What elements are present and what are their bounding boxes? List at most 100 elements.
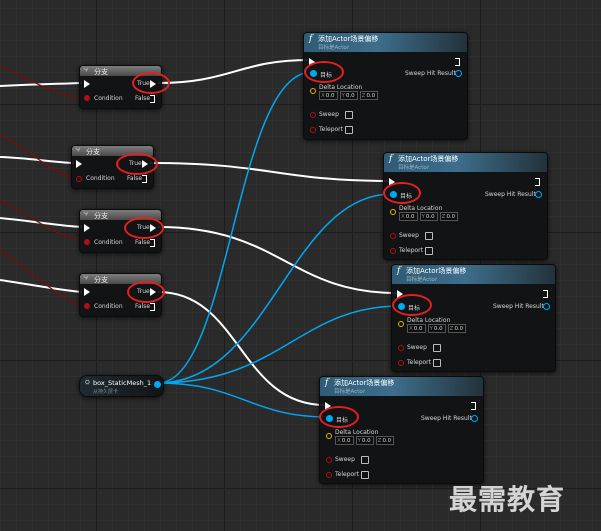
variable-name: box_StaticMesh_1: [93, 379, 152, 387]
condition-pin[interactable]: [84, 303, 90, 309]
sweep-label: Sweep: [319, 111, 339, 118]
z-field[interactable]: Z 0.0: [447, 324, 467, 333]
delta-location-label: Delta Location: [335, 429, 379, 436]
delta-location-label: Delta Location: [319, 84, 363, 91]
node-subtitle: 目标是Actor: [406, 277, 437, 283]
sweep-checkbox[interactable]: [425, 232, 433, 240]
teleport-pin[interactable]: [398, 360, 404, 366]
bool-wire: [0, 249, 83, 307]
watermark: 最需教育: [449, 483, 566, 516]
y-field[interactable]: Y 0.0: [419, 212, 438, 221]
add-actor-offset-node[interactable]: f 添加Actor场景偏移 目标是Actor 目标 Sweep Hit Result…: [383, 152, 548, 260]
sweep-hit-label: Sweep Hit Result: [485, 191, 536, 198]
sweep-checkbox[interactable]: [345, 111, 353, 119]
y-field[interactable]: Y 0.0: [355, 436, 374, 445]
z-field[interactable]: Z 0.0: [439, 212, 459, 221]
false-exec-pin[interactable]: [150, 303, 155, 311]
teleport-label: Teleport: [399, 247, 423, 254]
sweep-hit-pin[interactable]: [471, 415, 478, 422]
node-header[interactable]: f 添加Actor场景偏移 目标是Actor: [392, 265, 555, 284]
teleport-checkbox[interactable]: [433, 359, 441, 367]
exec-in-pin[interactable]: [84, 80, 90, 88]
exec-out-pin[interactable]: [455, 58, 460, 66]
false-label: False: [135, 303, 151, 310]
sweep-pin[interactable]: [326, 457, 332, 463]
exec-in-pin[interactable]: [84, 224, 90, 232]
false-exec-pin[interactable]: [150, 239, 155, 247]
function-icon: f: [325, 378, 329, 388]
condition-pin[interactable]: [84, 95, 90, 101]
add-actor-offset-node[interactable]: f 添加Actor场景偏移 目标是Actor 目标 Sweep Hit Result…: [303, 32, 468, 140]
teleport-checkbox[interactable]: [345, 126, 353, 134]
sweep-hit-pin[interactable]: [535, 191, 542, 198]
sweep-hit-label: Sweep Hit Result: [493, 303, 544, 310]
add-actor-offset-node[interactable]: f 添加Actor场景偏移 目标是Actor 目标 Sweep Hit Result…: [319, 376, 484, 484]
variable-icon: ⛭: [85, 379, 90, 386]
exec-wire: [157, 291, 326, 406]
sweep-checkbox[interactable]: [433, 344, 441, 352]
exec-out-pin[interactable]: [471, 402, 476, 410]
y-field[interactable]: Y 0.0: [427, 324, 446, 333]
false-exec-pin[interactable]: [142, 175, 147, 183]
delta-location-pin[interactable]: [310, 88, 316, 94]
function-icon: f: [309, 34, 313, 44]
teleport-pin[interactable]: [326, 472, 332, 478]
false-label: False: [135, 239, 151, 246]
z-field[interactable]: Z 0.0: [359, 91, 379, 100]
sweep-pin[interactable]: [310, 112, 316, 118]
exec-out-pin[interactable]: [535, 178, 540, 186]
delta-location-pin[interactable]: [390, 209, 396, 215]
function-icon: f: [389, 154, 393, 164]
delta-location-vector: X 0.0 Y 0.0 Z 0.0: [335, 436, 395, 445]
sweep-checkbox[interactable]: [361, 456, 369, 464]
sweep-hit-label: Sweep Hit Result: [405, 70, 456, 77]
sweep-pin[interactable]: [398, 345, 404, 351]
sweep-hit-pin[interactable]: [543, 303, 550, 310]
add-actor-offset-node[interactable]: f 添加Actor场景偏移 目标是Actor 目标 Sweep Hit Result…: [391, 264, 556, 372]
teleport-label: Teleport: [319, 126, 343, 133]
x-field[interactable]: X 0.0: [399, 212, 418, 221]
variable-output-pin[interactable]: [154, 381, 161, 388]
node-title: 分支: [94, 276, 108, 284]
delta-location-vector: X 0.0 Y 0.0 Z 0.0: [399, 212, 459, 221]
x-field[interactable]: X 0.0: [335, 436, 354, 445]
teleport-pin[interactable]: [310, 127, 316, 133]
false-exec-pin[interactable]: [150, 95, 155, 103]
exec-out-pin[interactable]: [543, 290, 548, 298]
node-title: 分支: [86, 148, 100, 156]
exec-in-pin[interactable]: [84, 288, 90, 296]
condition-label: Condition: [94, 239, 123, 246]
node-subtitle: 目标是Actor: [398, 165, 429, 171]
node-header[interactable]: f 添加Actor场景偏移 目标是Actor: [384, 153, 547, 172]
exec-wire: [157, 226, 398, 294]
exec-in-pin[interactable]: [76, 160, 82, 168]
exec-wire: [0, 279, 83, 293]
y-field[interactable]: Y 0.0: [339, 91, 358, 100]
false-label: False: [135, 95, 151, 102]
delta-location-pin[interactable]: [398, 321, 404, 327]
sweep-label: Sweep: [407, 344, 427, 351]
condition-pin[interactable]: [76, 176, 82, 182]
z-field[interactable]: Z 0.0: [375, 436, 395, 445]
teleport-checkbox[interactable]: [361, 471, 369, 479]
teleport-label: Teleport: [335, 471, 359, 478]
condition-pin[interactable]: [84, 239, 90, 245]
bool-wire: [0, 65, 83, 99]
node-header[interactable]: f 添加Actor场景偏移 目标是Actor: [320, 377, 483, 396]
teleport-pin[interactable]: [390, 248, 396, 254]
highlight-circle: [392, 294, 432, 316]
bool-wire: [0, 199, 83, 242]
delta-location-vector: X 0.0 Y 0.0 Z 0.0: [319, 91, 379, 100]
object-wire: [157, 382, 329, 418]
delta-location-pin[interactable]: [326, 433, 332, 439]
x-field[interactable]: X 0.0: [319, 91, 338, 100]
variable-node[interactable]: ⛭ box_StaticMesh_1 从持久层卡: [79, 375, 164, 397]
sweep-hit-pin[interactable]: [455, 70, 462, 77]
x-field[interactable]: X 0.0: [407, 324, 426, 333]
delta-location-vector: X 0.0 Y 0.0 Z 0.0: [407, 324, 467, 333]
teleport-checkbox[interactable]: [425, 247, 433, 255]
branch-icon: ⑂: [84, 66, 89, 74]
blueprint-graph-canvas[interactable]: ⑂ 分支 Condition True False ⑂ 分支 Condition T…: [0, 0, 601, 531]
sweep-pin[interactable]: [390, 233, 396, 239]
node-header[interactable]: f 添加Actor场景偏移 目标是Actor: [304, 33, 467, 52]
